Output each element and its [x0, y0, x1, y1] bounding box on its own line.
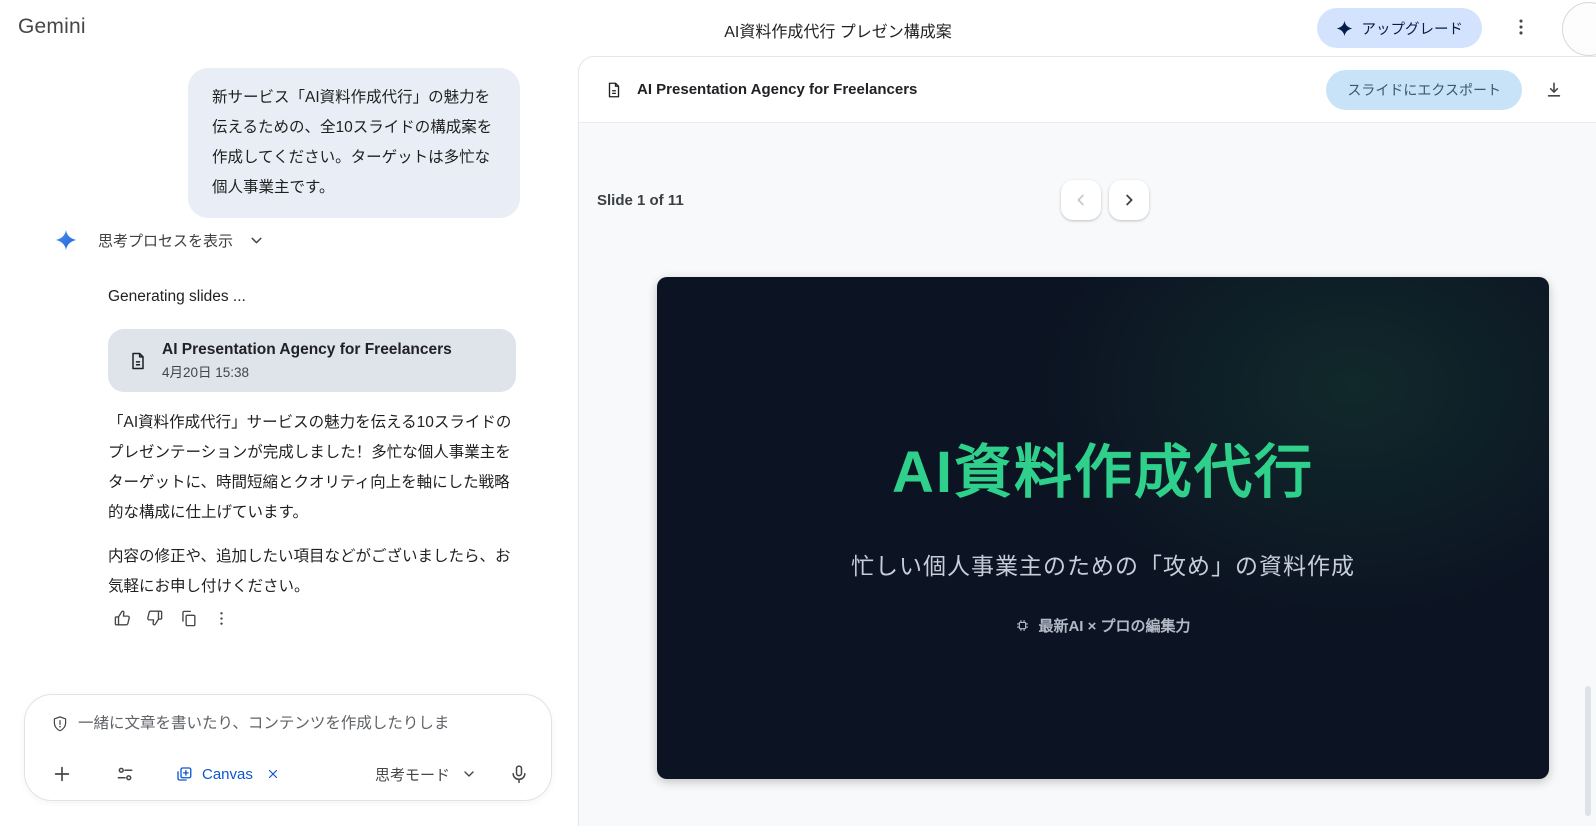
gemini-sparkle-icon	[55, 229, 77, 251]
prompt-input[interactable]	[78, 715, 531, 733]
canvas-chip[interactable]: Canvas	[175, 765, 280, 783]
canvas-chip-label: Canvas	[202, 765, 253, 783]
upgrade-label: アップグレード	[1361, 21, 1464, 38]
gemini-logo[interactable]: Gemini	[18, 15, 86, 39]
slide-subtitle: 忙しい個人事業主のための「攻め」の資料作成	[851, 553, 1355, 579]
thought-process-toggle[interactable]: 思考プロセスを表示	[55, 229, 265, 251]
shield-icon	[51, 715, 69, 733]
canvas-doc-title[interactable]: AI Presentation Agency for Freelancers	[637, 81, 917, 98]
user-message-bubble: 新サービス「AI資料作成代行」の魅力を伝えるための、全10スライドの構成案を作成…	[188, 68, 520, 218]
top-bar: Gemini AI資料作成代行 プレゼン構成案 アップグレード	[0, 0, 1596, 56]
thought-toggle-label: 思考プロセスを表示	[98, 232, 234, 250]
thinking-mode-label: 思考モード	[374, 766, 450, 784]
response-paragraph: 「AI資料作成代行」サービスの魅力を伝える10スライドのプレゼンテーションが完成…	[108, 414, 512, 521]
slide-tagline-text: 最新AI × プロの編集力	[1038, 618, 1191, 635]
slide-counter: Slide 1 of 11	[597, 192, 684, 209]
export-to-slides-button[interactable]: スライドにエクスポート	[1326, 69, 1522, 110]
microphone-icon[interactable]	[509, 764, 529, 784]
download-icon[interactable]	[1544, 80, 1564, 100]
avatar[interactable]	[1562, 2, 1596, 56]
composer-toolbar: Canvas 思考モード	[51, 763, 529, 785]
upgrade-button[interactable]: アップグレード	[1316, 8, 1482, 48]
chip-icon	[1015, 618, 1030, 633]
assistant-response: 「AI資料作成代行」サービスの魅力を伝える10スライドのプレゼンテーションが完成…	[108, 408, 524, 602]
chevron-down-icon	[461, 766, 477, 782]
slide-navigation	[1061, 180, 1149, 220]
document-card-title: AI Presentation Agency for Freelancers	[162, 340, 452, 358]
document-card[interactable]: AI Presentation Agency for Freelancers 4…	[108, 329, 516, 392]
chevron-down-icon	[248, 232, 265, 249]
tune-icon[interactable]	[115, 764, 135, 784]
slide-tagline: 最新AI × プロの編集力	[657, 615, 1549, 636]
thinking-mode-selector[interactable]: 思考モード	[375, 764, 477, 785]
slide-title: AI資料作成代行	[891, 440, 1314, 505]
more-actions-icon[interactable]	[207, 604, 235, 632]
conversation-title: AI資料作成代行 プレゼン構成案	[724, 24, 952, 41]
composer-input-row	[51, 715, 531, 733]
slide-preview[interactable]: AI資料作成代行 忙しい個人事業主のための「攻め」の資料作成 最新AI × プロ…	[657, 277, 1549, 779]
canvas-panel: AI Presentation Agency for Freelancers ス…	[578, 56, 1596, 826]
previous-slide-button[interactable]	[1061, 180, 1101, 220]
thumbs-down-icon[interactable]	[141, 604, 169, 632]
prompt-composer: Canvas 思考モード	[24, 694, 552, 801]
document-icon	[128, 351, 148, 371]
sparkle-icon	[1336, 20, 1353, 37]
message-actions	[108, 604, 235, 632]
thumbs-up-icon[interactable]	[108, 604, 136, 632]
canvas-header: AI Presentation Agency for Freelancers ス…	[579, 57, 1596, 123]
chevron-right-icon	[1120, 191, 1138, 209]
plus-icon[interactable]	[51, 763, 73, 785]
canvas-icon	[175, 765, 193, 783]
more-options-icon[interactable]	[1510, 16, 1532, 38]
response-paragraph: 内容の修正や、追加したい項目などがございましたら、お気軽にお申し付けください。	[108, 548, 511, 595]
copy-icon[interactable]	[174, 604, 202, 632]
chevron-left-icon	[1072, 191, 1090, 209]
document-icon	[605, 81, 623, 99]
canvas-close-icon[interactable]	[266, 767, 280, 781]
document-card-meta: AI Presentation Agency for Freelancers 4…	[162, 341, 452, 381]
next-slide-button[interactable]	[1109, 180, 1149, 220]
generation-status: Generating slides ...	[108, 288, 246, 305]
scrollbar[interactable]	[1585, 686, 1591, 816]
document-card-timestamp: 4月20日 15:38	[162, 364, 250, 380]
